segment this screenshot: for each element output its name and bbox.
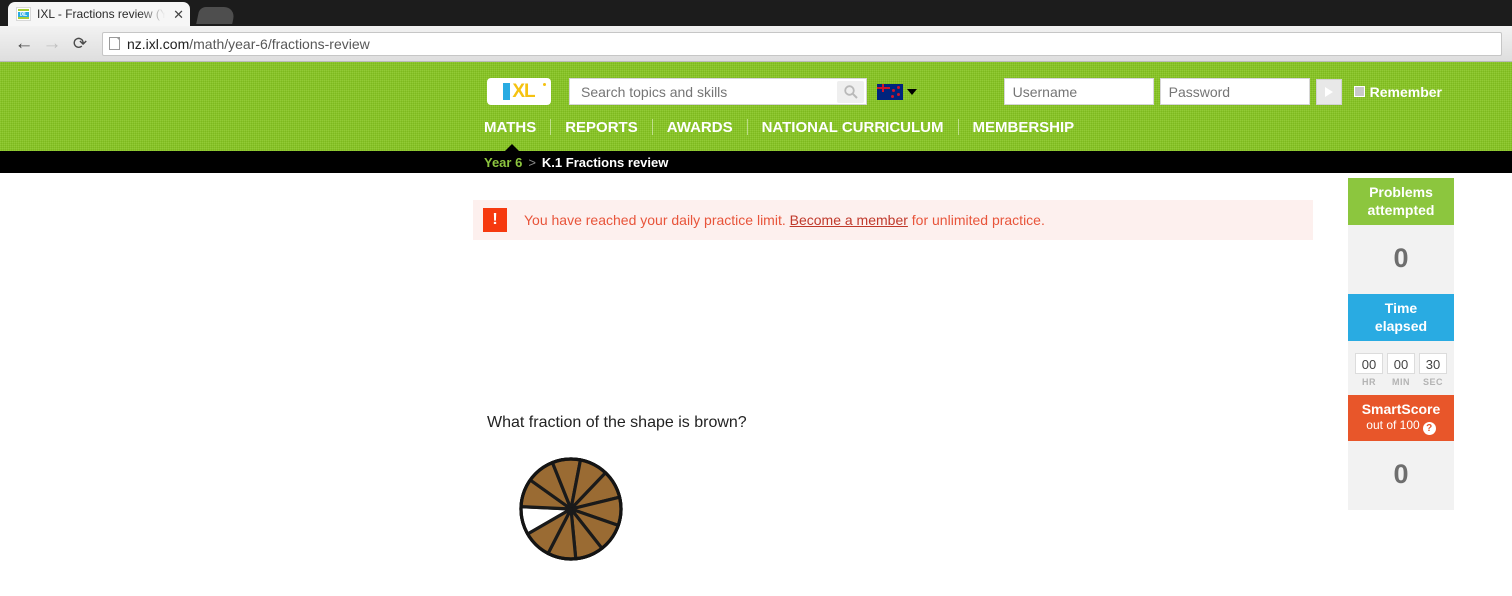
timer-minutes-label: MIN <box>1392 377 1410 387</box>
flag-star <box>897 85 900 89</box>
score-panel: Problems attempted 0 Time elapsed 00 HR … <box>1348 178 1454 510</box>
new-zealand-flag-icon <box>877 83 903 100</box>
logo-i-bar <box>503 83 511 100</box>
search-button[interactable] <box>837 81 864 103</box>
fraction-circle-figure <box>516 454 626 564</box>
browser-tabstrip: IXL IXL - Fractions review (Yea ✕ <box>0 0 1512 26</box>
password-input[interactable] <box>1159 78 1310 105</box>
login-submit-button[interactable] <box>1315 78 1342 105</box>
search-input[interactable] <box>579 82 829 101</box>
time-elapsed-header: Time elapsed <box>1348 294 1454 341</box>
browser-toolbar: ← → ⟳ nz.ixl.com/math/year-6/fractions-r… <box>0 26 1512 62</box>
forward-icon: → <box>42 32 62 54</box>
become-a-member-link[interactable]: Become a member <box>790 212 908 228</box>
nav-item-national-curriculum[interactable]: NATIONAL CURRICULUM <box>748 119 958 136</box>
ixl-logo[interactable]: XL <box>487 78 551 105</box>
timer-row: 00 HR 00 MIN 30 SEC <box>1348 341 1454 387</box>
question-prompt: What fraction of the shape is brown? <box>487 414 747 431</box>
locale-selector[interactable] <box>877 83 917 100</box>
help-icon[interactable]: ? <box>1422 422 1436 435</box>
timer-seconds-label: SEC <box>1422 377 1443 387</box>
time-elapsed-title-line2: elapsed <box>1374 318 1428 334</box>
timer-hours-value: 00 <box>1355 353 1383 374</box>
practice-limit-alert: ! You have reached your daily practice l… <box>473 200 1313 240</box>
nav-item-awards[interactable]: AWARDS <box>653 119 747 136</box>
favicon-ixl: IXL <box>16 7 31 21</box>
breadcrumb-current-skill: K.1 Fractions review <box>541 154 669 170</box>
breadcrumb-pointer-icon <box>505 144 519 151</box>
timer-spacer <box>1348 387 1454 395</box>
remember-label: Remember <box>1369 83 1442 100</box>
browser-tab[interactable]: IXL IXL - Fractions review (Yea ✕ <box>8 2 190 26</box>
problems-attempted-header: Problems attempted <box>1348 178 1454 225</box>
breadcrumb-separator: > <box>528 154 536 170</box>
problems-attempted-value: 0 <box>1348 225 1454 294</box>
flag-star <box>897 92 900 96</box>
timer-seconds: 30 SEC <box>1419 353 1447 387</box>
username-input[interactable] <box>1003 78 1154 105</box>
address-bar[interactable]: nz.ixl.com/math/year-6/fractions-review <box>102 31 1502 56</box>
alert-text-before: You have reached your daily practice lim… <box>524 212 786 228</box>
smartscore-subtitle: out of 100 <box>1366 418 1420 432</box>
url-host: nz.ixl.com <box>127 35 190 52</box>
problems-attempted-title-line1: Problems <box>1369 184 1433 200</box>
search-box[interactable] <box>569 78 867 105</box>
new-tab-button[interactable] <box>196 7 236 24</box>
logo-dot <box>543 83 546 86</box>
remember-checkbox[interactable] <box>1353 86 1365 97</box>
reload-icon[interactable]: ⟳ <box>66 30 94 58</box>
timer-minutes: 00 MIN <box>1387 353 1415 387</box>
url-path: /math/year-6/fractions-review <box>189 35 370 52</box>
timer-hours: 00 HR <box>1355 353 1383 387</box>
flag-star <box>891 94 894 98</box>
tab-title: IXL - Fractions review (Yea <box>37 7 170 21</box>
site-header: XL Search topics and skills Username Pas… <box>0 62 1512 151</box>
page-body: ! You have reached your daily practice l… <box>0 173 1512 573</box>
favicon-label: IXL <box>18 12 29 18</box>
arrow-right-icon <box>1324 86 1333 97</box>
breadcrumb: Year 6 > K.1 Fractions review <box>0 144 1512 173</box>
page-document-icon <box>109 37 120 50</box>
problems-attempted-title-line2: attempted <box>1367 202 1435 218</box>
timer-hours-label: HR <box>1362 377 1376 387</box>
smartscore-title: SmartScore <box>1361 401 1441 417</box>
close-icon[interactable]: ✕ <box>173 8 184 21</box>
alert-text-after: for unlimited practice. <box>911 212 1045 228</box>
remember-me-control[interactable]: Remember <box>1353 83 1442 100</box>
flag-star <box>892 88 895 92</box>
smartscore-value: 0 <box>1348 441 1454 510</box>
warning-icon: ! <box>483 208 507 232</box>
nav-item-reports[interactable]: REPORTS <box>551 119 652 136</box>
main-nav: MATHS REPORTS AWARDS NATIONAL CURRICULUM… <box>0 112 1512 142</box>
time-elapsed-title-line1: Time <box>1384 300 1418 316</box>
search-icon <box>843 85 858 99</box>
logo-xl-text: XL <box>512 81 535 102</box>
nav-item-membership[interactable]: MEMBERSHIP <box>959 119 1089 136</box>
back-icon[interactable]: ← <box>10 30 38 58</box>
browser-chrome: IXL IXL - Fractions review (Yea ✕ ← → ⟳ … <box>0 0 1512 62</box>
url-text: nz.ixl.com/math/year-6/fractions-review <box>127 36 370 52</box>
nav-item-maths[interactable]: MATHS <box>484 119 550 136</box>
fraction-circle-svg <box>519 457 623 561</box>
alert-text: You have reached your daily practice lim… <box>524 212 1045 228</box>
union-jack <box>877 83 890 92</box>
header-top-row: XL Search topics and skills Username Pas… <box>0 62 1512 112</box>
smartscore-subtitle-row: out of 100? <box>1350 418 1452 435</box>
breadcrumb-year-link[interactable]: Year 6 <box>484 155 522 170</box>
smartscore-header: SmartScore out of 100? <box>1348 395 1454 441</box>
chevron-down-icon[interactable] <box>907 88 917 95</box>
login-area: Remember <box>1003 78 1442 105</box>
timer-minutes-value: 00 <box>1387 353 1415 374</box>
timer-seconds-value: 30 <box>1419 353 1447 374</box>
